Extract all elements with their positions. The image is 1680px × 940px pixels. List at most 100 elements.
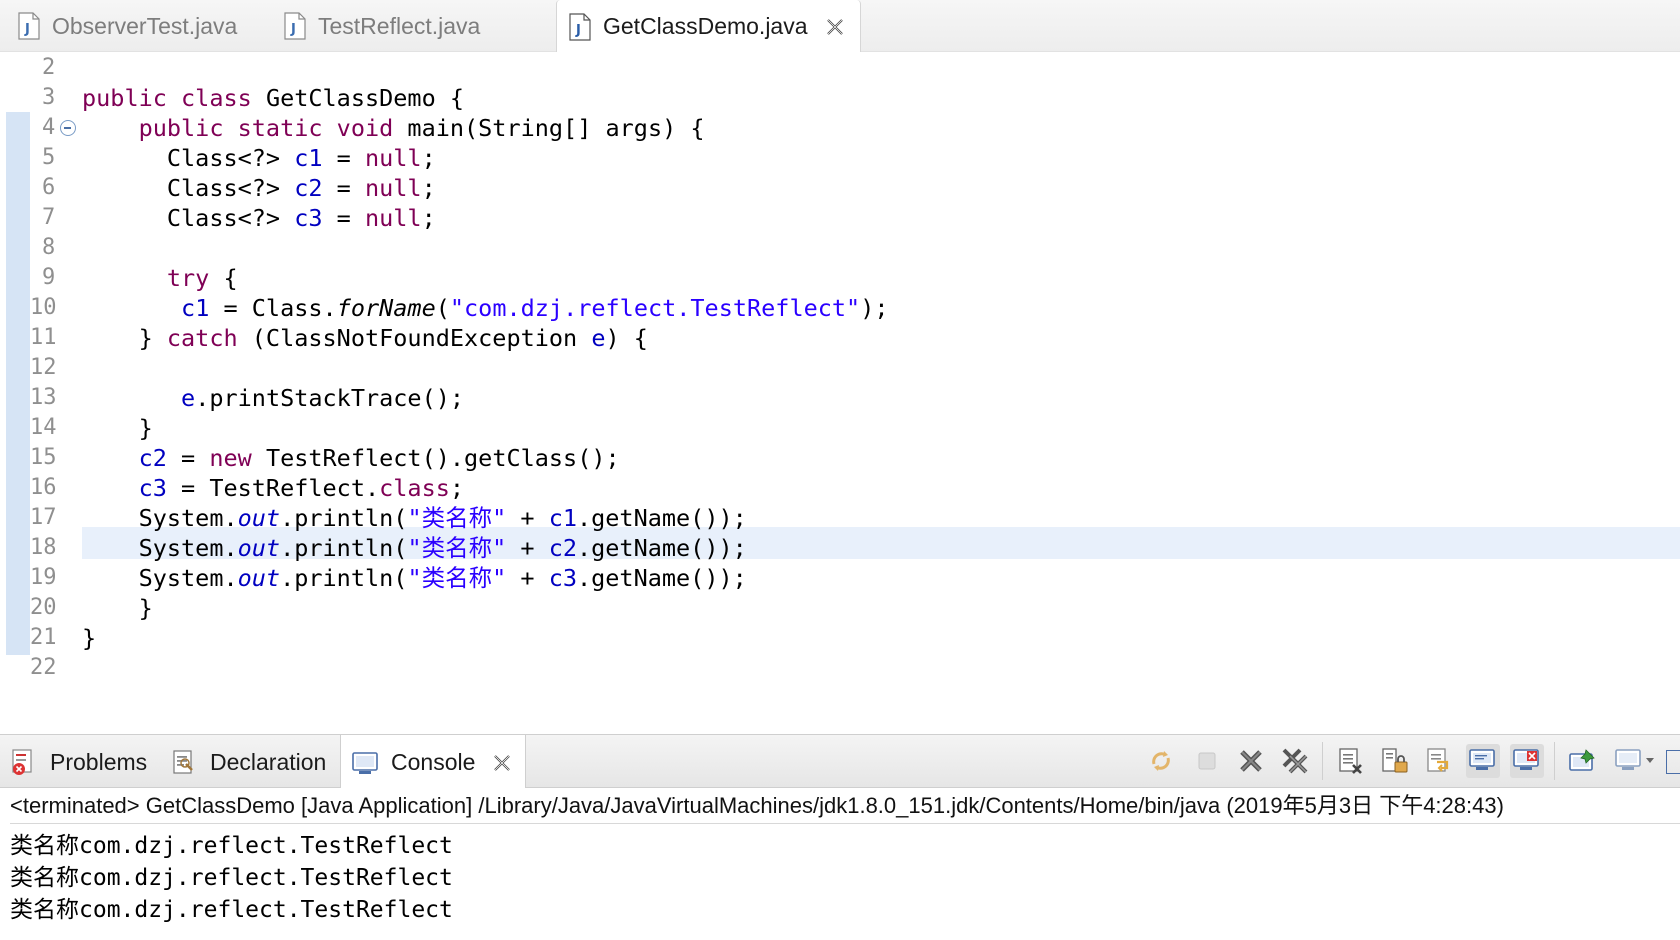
line-number: 10 xyxy=(30,295,57,320)
svg-text:J: J xyxy=(290,22,296,37)
code-text: public class GetClassDemo { xyxy=(82,84,465,112)
fold-collapse-icon[interactable] xyxy=(60,120,76,136)
code-text: c1 = Class.forName("com.dzj.reflect.Test… xyxy=(181,294,889,322)
toolbar-separator xyxy=(1322,742,1323,780)
line-number: 14 xyxy=(30,415,57,440)
sync-icon[interactable] xyxy=(1144,744,1178,778)
java-file-icon: J xyxy=(284,12,306,40)
close-icon[interactable] xyxy=(824,16,846,38)
show-on-stdout-icon[interactable] xyxy=(1466,744,1500,778)
code-line[interactable]: 22 xyxy=(0,652,1680,684)
code-line[interactable]: 2 xyxy=(0,52,1680,84)
code-line[interactable]: 13 e.printStackTrace(); xyxy=(0,382,1680,414)
tab-console[interactable]: Console xyxy=(340,735,527,790)
line-number: 13 xyxy=(30,385,57,410)
maximize-icon[interactable] xyxy=(1666,750,1680,774)
code-text: } xyxy=(82,624,97,652)
tab-label: GetClassDemo.java xyxy=(603,13,808,39)
console-icon xyxy=(351,749,379,777)
problems-icon xyxy=(10,748,38,776)
line-number: 21 xyxy=(30,625,57,650)
code-text: System.out.println("类名称" + c1.getName())… xyxy=(82,504,747,532)
code-line[interactable]: 15 c2 = new TestReflect().getClass(); xyxy=(0,442,1680,474)
line-number: 7 xyxy=(42,205,56,230)
code-text: System.out.println("类名称" + c2.getName())… xyxy=(82,534,747,562)
line-number: 3 xyxy=(42,85,56,110)
code-line[interactable]: 4 public static void main(String[] args)… xyxy=(0,112,1680,144)
tab-label: Declaration xyxy=(210,748,327,775)
show-on-stderr-icon[interactable] xyxy=(1510,744,1544,778)
eclipse-window: J ObserverTest.java J TestReflect.java J… xyxy=(0,0,1680,940)
code-line[interactable]: 17 System.out.println("类名称" + c1.getName… xyxy=(0,502,1680,534)
java-file-icon: J xyxy=(569,12,591,41)
svg-text:J: J xyxy=(575,23,581,38)
editor-tab-bar: J ObserverTest.java J TestReflect.java J… xyxy=(0,0,1680,53)
line-number: 2 xyxy=(42,55,56,80)
code-line[interactable]: 3 public class GetClassDemo { xyxy=(0,82,1680,114)
remove-all-launches-icon[interactable] xyxy=(1278,744,1312,778)
code-editor[interactable]: 2 3 public class GetClassDemo {4 public st… xyxy=(0,52,1680,727)
line-number: 18 xyxy=(30,535,57,560)
svg-text:J: J xyxy=(24,22,30,37)
tab-problems[interactable]: Problems xyxy=(10,735,147,789)
code-line[interactable]: 7 Class<?> c3 = null; xyxy=(0,202,1680,234)
code-line[interactable]: 11 } catch (ClassNotFoundException e) { xyxy=(0,322,1680,354)
scroll-lock-icon[interactable] xyxy=(1378,744,1412,778)
code-line[interactable]: 5 Class<?> c1 = null; xyxy=(0,142,1680,174)
pin-console-icon[interactable] xyxy=(1566,744,1600,778)
line-number: 8 xyxy=(42,235,56,260)
line-number: 5 xyxy=(42,145,56,170)
remove-launch-icon[interactable] xyxy=(1234,744,1268,778)
code-line[interactable]: 16 c3 = TestReflect.class; xyxy=(0,472,1680,504)
toolbar-separator xyxy=(1554,742,1555,780)
stop-icon[interactable] xyxy=(1190,744,1224,778)
code-line[interactable]: 19 System.out.println("类名称" + c3.getName… xyxy=(0,562,1680,594)
console-view[interactable]: <terminated> GetClassDemo [Java Applicat… xyxy=(0,788,1680,940)
code-line[interactable]: 18 System.out.println("类名称" + c2.getName… xyxy=(0,532,1680,564)
console-output-line: 类名称com.dzj.reflect.TestReflect xyxy=(10,897,453,923)
code-line[interactable]: 10 c1 = Class.forName("com.dzj.reflect.T… xyxy=(0,292,1680,324)
clear-console-icon[interactable] xyxy=(1334,744,1368,778)
code-text: } xyxy=(82,414,153,442)
console-status: <terminated> GetClassDemo [Java Applicat… xyxy=(10,788,1680,824)
line-number: 19 xyxy=(30,565,57,590)
code-line[interactable]: 21} xyxy=(0,622,1680,654)
tab-label: ObserverTest.java xyxy=(52,12,238,39)
code-line[interactable]: 12 xyxy=(0,352,1680,384)
code-text: e.printStackTrace(); xyxy=(181,384,465,412)
line-number: 9 xyxy=(42,265,56,290)
code-line[interactable]: 14 } xyxy=(0,412,1680,444)
line-number: 16 xyxy=(30,475,57,500)
code-text: } xyxy=(82,594,153,622)
tab-label: Console xyxy=(391,749,476,775)
code-text: c2 = new TestReflect().getClass(); xyxy=(138,444,620,472)
code-line[interactable]: 9 try { xyxy=(0,262,1680,294)
code-line[interactable]: 20 } xyxy=(0,592,1680,624)
code-text: Class<?> c1 = null; xyxy=(82,144,436,172)
tab-observertest[interactable]: J ObserverTest.java xyxy=(18,0,237,52)
code-text: public static void main(String[] args) { xyxy=(138,114,705,142)
open-console-icon[interactable] xyxy=(1612,744,1660,778)
tab-getclassdemo[interactable]: J GetClassDemo.java xyxy=(556,0,861,53)
console-output-line: 类名称com.dzj.reflect.TestReflect xyxy=(10,865,453,891)
code-line[interactable]: 8 xyxy=(0,232,1680,264)
code-text: c3 = TestReflect.class; xyxy=(138,474,465,502)
line-number: 17 xyxy=(30,505,57,530)
line-number: 11 xyxy=(30,325,57,350)
code-text: } catch (ClassNotFoundException e) { xyxy=(82,324,648,352)
tab-declaration[interactable]: Declaration xyxy=(170,735,326,789)
code-line[interactable]: 6 Class<?> c2 = null; xyxy=(0,172,1680,204)
java-file-icon: J xyxy=(18,12,40,40)
word-wrap-icon[interactable] xyxy=(1422,744,1456,778)
close-icon[interactable] xyxy=(491,752,513,774)
code-text: System.out.println("类名称" + c3.getName())… xyxy=(82,564,747,592)
console-output-line: 类名称com.dzj.reflect.TestReflect xyxy=(10,833,453,859)
tab-testreflect[interactable]: J TestReflect.java xyxy=(284,0,480,52)
line-number: 22 xyxy=(30,655,57,680)
code-text: Class<?> c3 = null; xyxy=(82,204,436,232)
line-number: 6 xyxy=(42,175,56,200)
tab-label: TestReflect.java xyxy=(318,12,481,39)
code-text: Class<?> c2 = null; xyxy=(82,174,436,202)
line-number: 20 xyxy=(30,595,57,620)
tab-label: Problems xyxy=(50,748,148,775)
